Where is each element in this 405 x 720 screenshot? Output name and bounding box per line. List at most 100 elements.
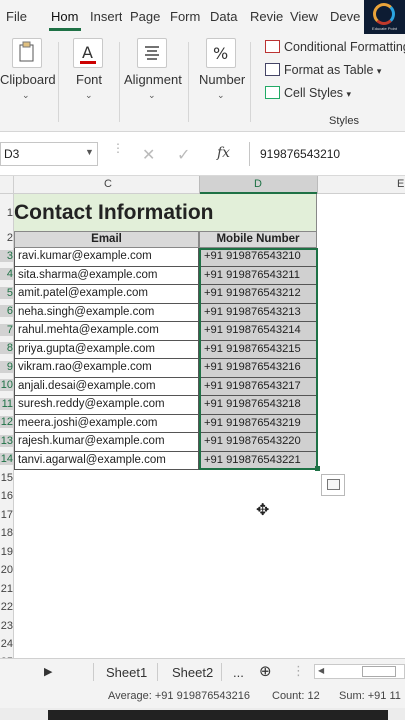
title-cell[interactable]: Contact Information <box>14 194 317 231</box>
email-cell[interactable]: priya.gupta@example.com <box>14 340 199 359</box>
row-header[interactable]: 12 <box>0 416 13 428</box>
email-cell[interactable]: tanvi.agarwal@example.com <box>14 451 199 470</box>
alignment-chevron-down-icon[interactable]: ⌄ <box>148 90 156 101</box>
formula-bar-grip-icon: ⋮ <box>112 142 124 163</box>
row-header[interactable]: 2 <box>0 232 13 244</box>
conditional-formatting-icon <box>265 40 280 53</box>
row-header[interactable]: 3 <box>0 250 13 262</box>
email-cell[interactable]: suresh.reddy@example.com <box>14 396 199 415</box>
svg-text:A: A <box>82 43 93 62</box>
logo-ring-icon <box>373 3 395 25</box>
row-header[interactable]: 17 <box>0 509 13 521</box>
number-label[interactable]: Number <box>199 72 245 87</box>
tab-home[interactable]: Hom <box>51 9 78 24</box>
column-header-d[interactable]: D <box>254 178 262 190</box>
sheet-tab-1[interactable]: Sheet1 <box>106 665 147 680</box>
row-header[interactable]: 15 <box>0 472 13 484</box>
cancel-icon[interactable]: ✕ <box>142 145 155 165</box>
add-sheet-icon[interactable]: ⊕ <box>259 662 272 680</box>
tab-data[interactable]: Data <box>210 9 237 24</box>
row-header[interactable]: 11 <box>0 398 13 410</box>
row-header[interactable]: 6 <box>0 305 13 317</box>
row-header[interactable]: 13 <box>0 435 13 447</box>
tab-view[interactable]: View <box>290 9 318 24</box>
row-header[interactable]: 22 <box>0 601 13 613</box>
row-header[interactable]: 7 <box>0 324 13 336</box>
tab-file[interactable]: File <box>6 9 27 24</box>
format-as-table-label: Format as Table <box>284 63 374 77</box>
number-chevron-down-icon[interactable]: ⌄ <box>217 90 225 101</box>
row-header[interactable]: 19 <box>0 546 13 558</box>
paste-icon[interactable] <box>12 38 42 68</box>
cell-styles-button[interactable]: Cell Styles ▾ <box>265 86 351 100</box>
percent-icon[interactable]: % <box>206 38 236 68</box>
scroll-left-icon[interactable]: ◀ <box>318 666 324 675</box>
status-bar: Average: +91 919876543216 Count: 12 Sum:… <box>0 686 405 708</box>
row-header[interactable]: 14 <box>0 453 13 465</box>
font-a-icon[interactable]: A <box>73 38 103 68</box>
column-divider <box>317 176 318 194</box>
more-options-icon[interactable]: ⋮ <box>292 663 305 679</box>
clipboard-chevron-down-icon[interactable]: ⌄ <box>22 90 30 101</box>
tab-page-layout[interactable]: Page <box>130 9 160 24</box>
email-cell[interactable]: ravi.kumar@example.com <box>14 248 199 267</box>
row-header[interactable]: 10 <box>0 379 13 391</box>
mouse-cursor-icon: ✥ <box>256 502 270 519</box>
row-header[interactable]: 5 <box>0 287 13 299</box>
sheet-tab-2[interactable]: Sheet2 <box>172 665 213 680</box>
insert-function-icon[interactable]: fx <box>217 145 230 161</box>
more-sheets-button[interactable]: ... <box>233 665 244 680</box>
select-all-corner[interactable] <box>0 176 14 194</box>
clipboard-label[interactable]: Clipboard <box>0 72 56 87</box>
divider <box>188 42 189 122</box>
email-cell[interactable]: rahul.mehta@example.com <box>14 322 199 341</box>
row-header[interactable]: 20 <box>0 564 13 576</box>
header-mobile-cell[interactable]: Mobile Number <box>199 231 317 248</box>
tab-developer[interactable]: Deve <box>330 9 360 24</box>
row-header[interactable]: 21 <box>0 583 13 595</box>
formula-input[interactable]: 919876543210 <box>249 142 405 166</box>
font-label[interactable]: Font <box>76 72 102 87</box>
column-header-e[interactable]: E <box>397 178 404 190</box>
alignment-label[interactable]: Alignment <box>124 72 182 87</box>
tab-formulas[interactable]: Form <box>170 9 200 24</box>
email-cell[interactable]: neha.singh@example.com <box>14 303 199 322</box>
email-cell[interactable]: meera.joshi@example.com <box>14 414 199 433</box>
row-header[interactable]: 24 <box>0 638 13 650</box>
column-headers: C D E <box>0 176 405 194</box>
scrollbar-thumb[interactable] <box>362 666 396 677</box>
row-header[interactable]: 16 <box>0 490 13 502</box>
excel-window: File Hom Insert Page Form Data Revie Vie… <box>0 0 405 720</box>
row-header[interactable]: 18 <box>0 527 13 539</box>
email-cell[interactable]: amit.patel@example.com <box>14 285 199 304</box>
name-box[interactable]: D3 ▼ <box>0 142 98 166</box>
conditional-formatting-button[interactable]: Conditional Formatting <box>265 40 405 54</box>
row-header[interactable]: 23 <box>0 620 13 632</box>
email-cell[interactable]: anjali.desai@example.com <box>14 377 199 396</box>
tab-insert[interactable]: Insert <box>90 9 122 24</box>
email-cell[interactable]: rajesh.kumar@example.com <box>14 433 199 452</box>
row-header[interactable]: 8 <box>0 342 13 354</box>
sheet-next-arrow-icon[interactable]: ▶ <box>44 665 52 678</box>
align-center-icon[interactable] <box>137 38 167 68</box>
active-tab-indicator <box>49 28 81 31</box>
fill-handle[interactable] <box>315 466 320 471</box>
tab-review[interactable]: Revie <box>250 9 283 24</box>
font-chevron-down-icon[interactable]: ⌄ <box>85 90 93 101</box>
row-header[interactable]: 9 <box>0 361 13 373</box>
column-header-c[interactable]: C <box>104 178 112 190</box>
enter-check-icon[interactable]: ✓ <box>177 145 190 165</box>
name-box-value: D3 <box>4 147 20 161</box>
name-box-chevron-down-icon[interactable]: ▼ <box>85 147 94 157</box>
row-header[interactable]: 4 <box>0 268 13 280</box>
email-cell[interactable]: vikram.rao@example.com <box>14 359 199 378</box>
quick-analysis-button[interactable] <box>321 474 345 496</box>
format-as-table-button[interactable]: Format as Table ▾ <box>265 63 381 77</box>
page-title: Contact Information <box>14 201 214 224</box>
taskbar-strip <box>48 710 388 720</box>
status-count: Count: 12 <box>272 690 320 702</box>
channel-logo: Educate Point <box>364 0 405 34</box>
email-cell[interactable]: sita.sharma@example.com <box>14 266 199 285</box>
row-header[interactable]: 1 <box>0 207 13 219</box>
header-email-cell[interactable]: Email <box>14 231 199 248</box>
